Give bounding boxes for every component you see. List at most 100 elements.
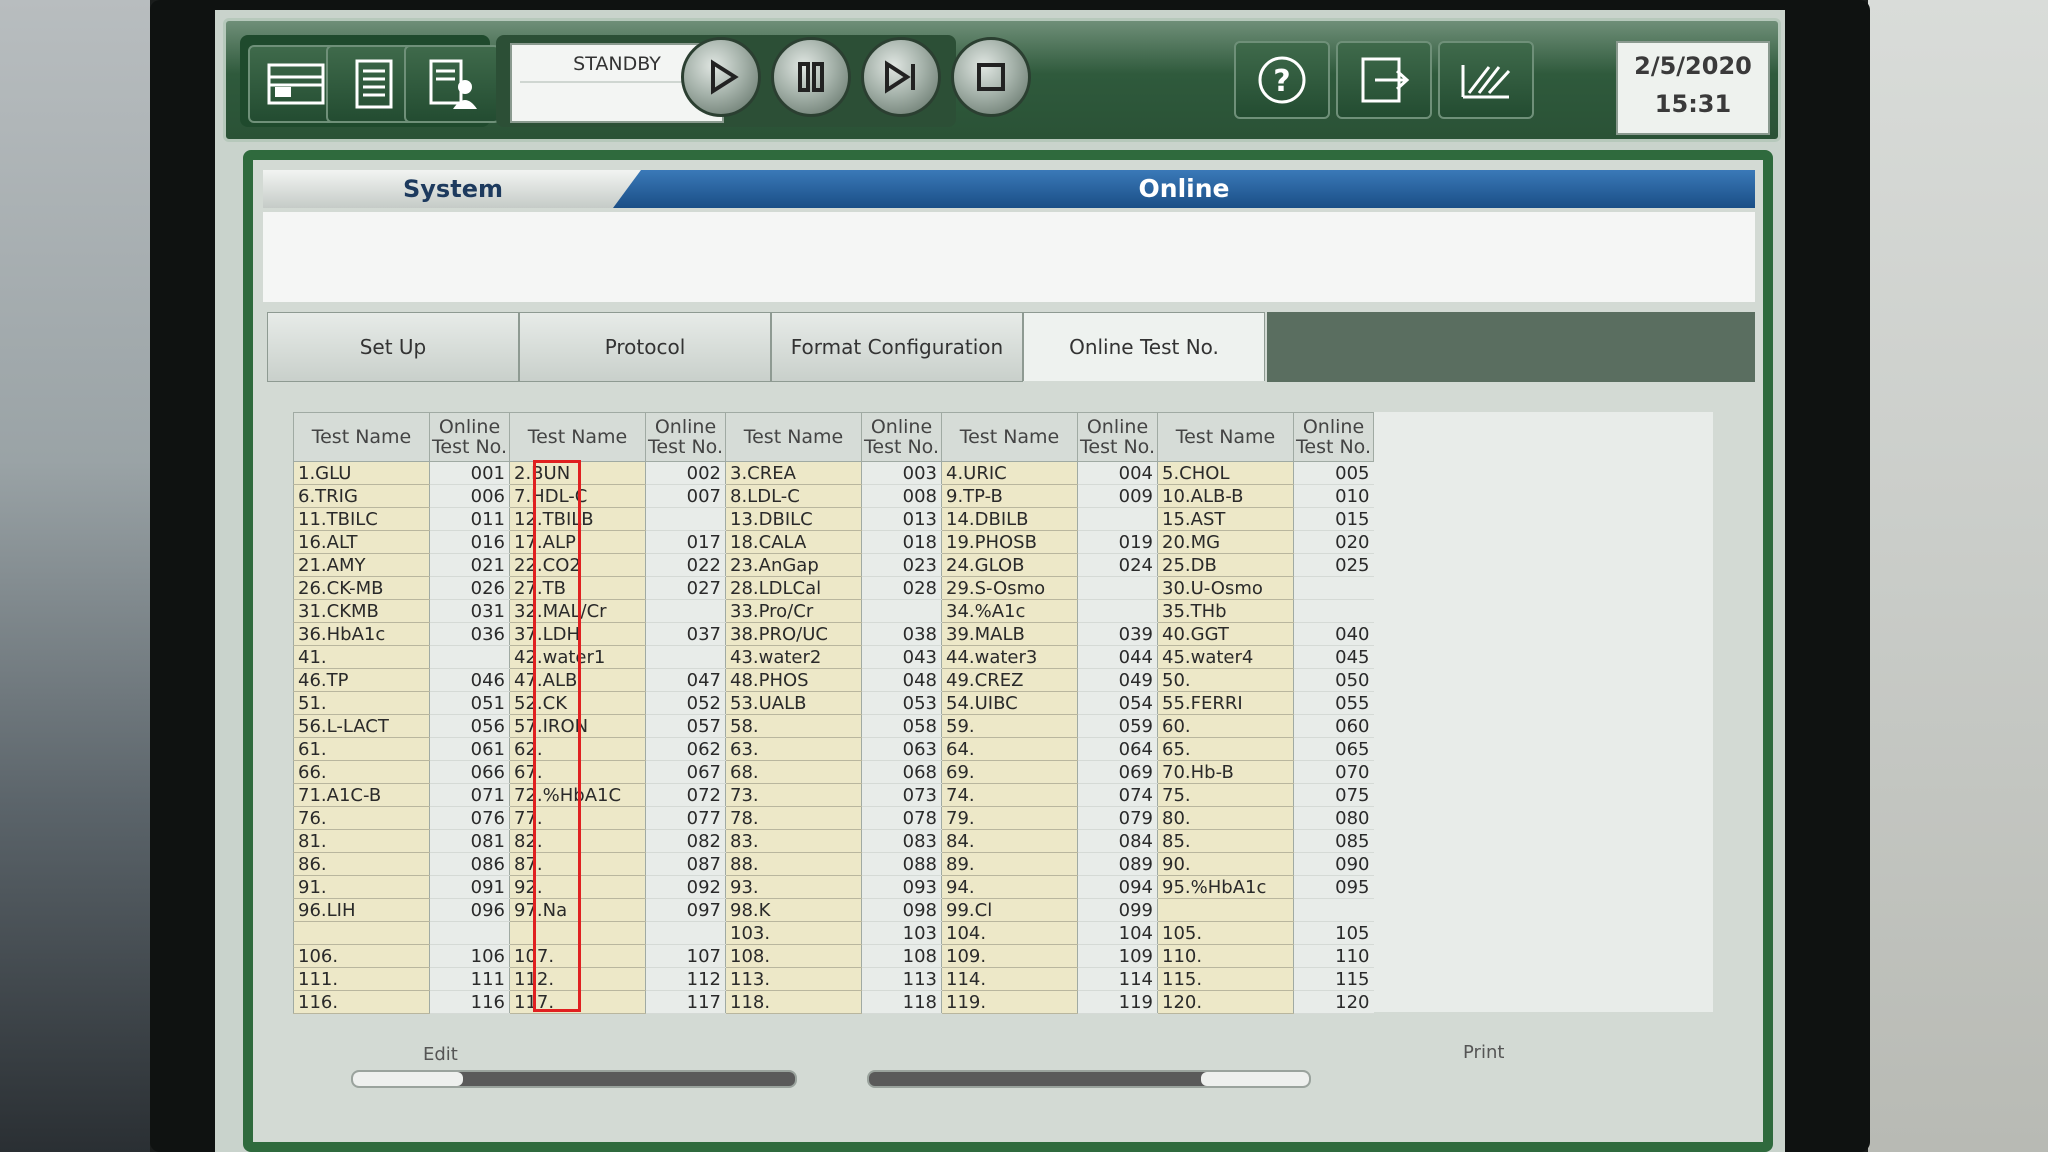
test-name-cell[interactable]: 57.IRON [509,714,646,738]
test-name-cell[interactable]: 70.Hb-B [1157,760,1294,784]
online-test-no-cell[interactable]: 057 [645,714,726,738]
online-test-no-cell[interactable] [1293,898,1374,922]
test-name-cell[interactable]: 89. [941,852,1078,876]
online-test-no-cell[interactable]: 052 [645,691,726,715]
online-test-no-cell[interactable]: 050 [1293,668,1374,692]
online-test-no-cell[interactable]: 104 [1077,921,1158,945]
test-name-cell[interactable]: 87. [509,852,646,876]
test-name-cell[interactable]: 56.L-LACT [293,714,430,738]
online-test-no-cell[interactable]: 010 [1293,484,1374,508]
online-test-no-cell[interactable]: 091 [429,875,510,899]
test-name-cell[interactable]: 93. [725,875,862,899]
test-name-cell[interactable]: 8.LDL-C [725,484,862,508]
exit-button[interactable] [1336,41,1432,119]
online-test-no-cell[interactable]: 023 [861,553,942,577]
test-name-cell[interactable]: 75. [1157,783,1294,807]
online-test-no-cell[interactable]: 108 [861,944,942,968]
online-test-no-cell[interactable]: 001 [429,461,510,485]
test-name-cell[interactable]: 103. [725,921,862,945]
test-name-cell[interactable]: 59. [941,714,1078,738]
test-name-cell[interactable]: 72.%HbA1C [509,783,646,807]
online-test-no-cell[interactable]: 087 [645,852,726,876]
online-test-no-cell[interactable] [1077,576,1158,600]
online-test-no-cell[interactable]: 024 [1077,553,1158,577]
test-name-cell[interactable]: 119. [941,990,1078,1014]
test-name-cell[interactable]: 108. [725,944,862,968]
online-test-no-cell[interactable]: 048 [861,668,942,692]
online-test-no-cell[interactable]: 078 [861,806,942,830]
online-test-no-cell[interactable]: 112 [645,967,726,991]
test-name-cell[interactable]: 22.CO2 [509,553,646,577]
online-test-no-cell[interactable]: 020 [1293,530,1374,554]
online-test-no-cell[interactable]: 096 [429,898,510,922]
online-test-no-cell[interactable]: 075 [1293,783,1374,807]
test-name-cell[interactable]: 67. [509,760,646,784]
online-test-no-cell[interactable]: 116 [429,990,510,1014]
test-name-cell[interactable]: 29.S-Osmo [941,576,1078,600]
test-name-cell[interactable]: 14.DBILB [941,507,1078,531]
online-test-no-cell[interactable]: 036 [429,622,510,646]
system-header[interactable]: System [263,170,643,208]
start-button[interactable] [681,37,761,117]
online-test-no-cell[interactable]: 114 [1077,967,1158,991]
online-test-no-cell[interactable]: 006 [429,484,510,508]
test-name-cell[interactable]: 78. [725,806,862,830]
online-test-no-cell[interactable]: 115 [1293,967,1374,991]
test-name-cell[interactable]: 5.CHOL [1157,461,1294,485]
online-test-no-cell[interactable]: 003 [861,461,942,485]
test-name-cell[interactable]: 53.UALB [725,691,862,715]
test-name-cell[interactable]: 38.PRO/UC [725,622,862,646]
test-name-cell[interactable]: 49.CREZ [941,668,1078,692]
test-name-cell[interactable]: 35.THb [1157,599,1294,623]
online-test-no-cell[interactable] [429,645,510,669]
online-test-no-cell[interactable]: 111 [429,967,510,991]
online-test-no-cell[interactable]: 007 [645,484,726,508]
test-name-cell[interactable]: 52.CK [509,691,646,715]
online-test-no-cell[interactable]: 105 [1293,921,1374,945]
pause-button[interactable] [771,37,851,117]
tab-online-test-no[interactable]: Online Test No. [1023,312,1265,381]
online-test-no-cell[interactable]: 118 [861,990,942,1014]
test-name-cell[interactable]: 109. [941,944,1078,968]
online-test-no-cell[interactable]: 074 [1077,783,1158,807]
test-name-cell[interactable]: 91. [293,875,430,899]
online-test-no-cell[interactable]: 094 [1077,875,1158,899]
test-name-cell[interactable]: 86. [293,852,430,876]
test-name-cell[interactable]: 42.water1 [509,645,646,669]
test-name-cell[interactable]: 60. [1157,714,1294,738]
test-name-cell[interactable]: 25.DB [1157,553,1294,577]
online-test-no-cell[interactable]: 098 [861,898,942,922]
test-name-cell[interactable]: 27.TB [509,576,646,600]
online-test-no-cell[interactable]: 119 [1077,990,1158,1014]
online-test-no-cell[interactable] [645,645,726,669]
test-name-cell[interactable]: 68. [725,760,862,784]
test-name-cell[interactable]: 96.LIH [293,898,430,922]
test-name-cell[interactable]: 50. [1157,668,1294,692]
test-name-cell[interactable] [293,921,430,945]
online-test-no-cell[interactable]: 028 [861,576,942,600]
online-test-no-cell[interactable]: 063 [861,737,942,761]
online-test-no-cell[interactable]: 055 [1293,691,1374,715]
test-name-cell[interactable]: 62. [509,737,646,761]
online-test-no-cell[interactable]: 073 [861,783,942,807]
test-name-cell[interactable]: 98.K [725,898,862,922]
online-test-no-cell[interactable]: 044 [1077,645,1158,669]
online-test-no-cell[interactable]: 011 [429,507,510,531]
test-name-cell[interactable]: 41. [293,645,430,669]
online-test-no-cell[interactable]: 095 [1293,875,1374,899]
online-test-no-cell[interactable]: 061 [429,737,510,761]
online-test-no-cell[interactable]: 082 [645,829,726,853]
test-name-cell[interactable]: 36.HbA1c [293,622,430,646]
test-name-cell[interactable]: 117. [509,990,646,1014]
online-test-no-cell[interactable]: 068 [861,760,942,784]
tab-protocol[interactable]: Protocol [519,312,771,382]
test-name-cell[interactable]: 15.AST [1157,507,1294,531]
online-test-no-cell[interactable]: 097 [645,898,726,922]
online-test-no-cell[interactable] [1077,507,1158,531]
online-test-no-cell[interactable] [645,507,726,531]
online-test-no-cell[interactable]: 093 [861,875,942,899]
test-name-cell[interactable] [509,921,646,945]
test-name-cell[interactable]: 83. [725,829,862,853]
test-name-cell[interactable]: 51. [293,691,430,715]
online-test-no-cell[interactable]: 017 [645,530,726,554]
